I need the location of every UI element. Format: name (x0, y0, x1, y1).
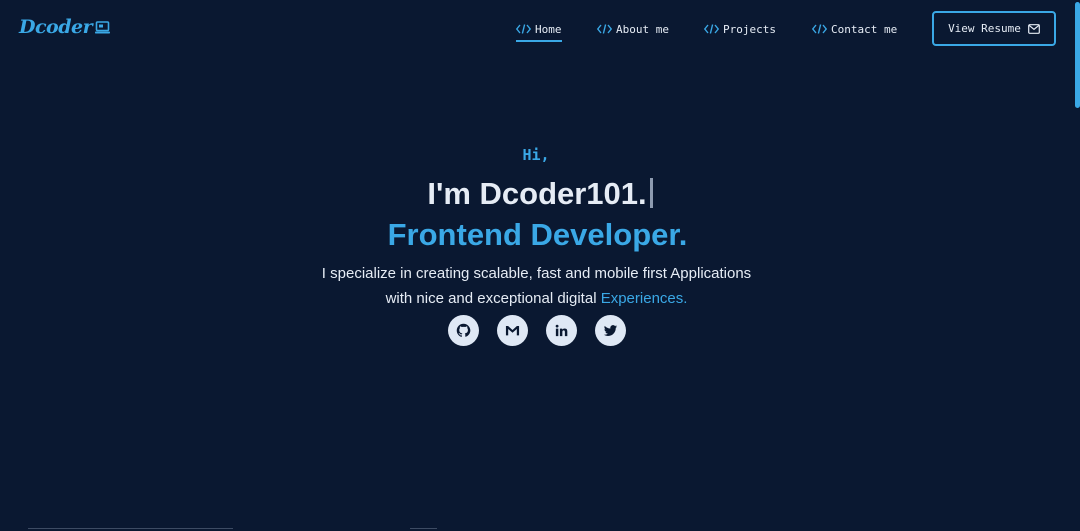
scrollbar-thumb[interactable] (1075, 2, 1080, 108)
social-links (448, 315, 628, 347)
hero-greeting: Hi, (522, 146, 550, 164)
github-link[interactable] (448, 315, 479, 346)
hero-name: I'm Dcoder101. (427, 176, 647, 211)
hero-tagline-accent: Experiences. (600, 290, 688, 307)
bottom-divider (28, 528, 233, 529)
typing-cursor (649, 178, 653, 208)
hero-tagline-line1: I specialize in creating scalable, fast … (321, 265, 752, 282)
linkedin-link[interactable] (546, 315, 577, 346)
page-scrollbar[interactable] (1074, 0, 1080, 531)
github-icon (456, 323, 471, 337)
hero-section: Hi, I'm Dcoder101. Frontend Developer. I… (0, 0, 1080, 531)
hero-name-heading: I'm Dcoder101. (0, 176, 1080, 212)
linkedin-icon (555, 324, 568, 337)
twitter-icon (603, 325, 618, 336)
hero-tagline-line2: with nice and exceptional digital (385, 290, 601, 307)
hero-role: Frontend Developer. (387, 217, 688, 252)
gmail-icon (505, 326, 520, 336)
twitter-link[interactable] (595, 315, 626, 346)
bottom-divider-short (410, 528, 437, 529)
gmail-link[interactable] (497, 315, 528, 346)
hero-tagline: I specialize in creating scalable, fast … (0, 261, 1073, 311)
